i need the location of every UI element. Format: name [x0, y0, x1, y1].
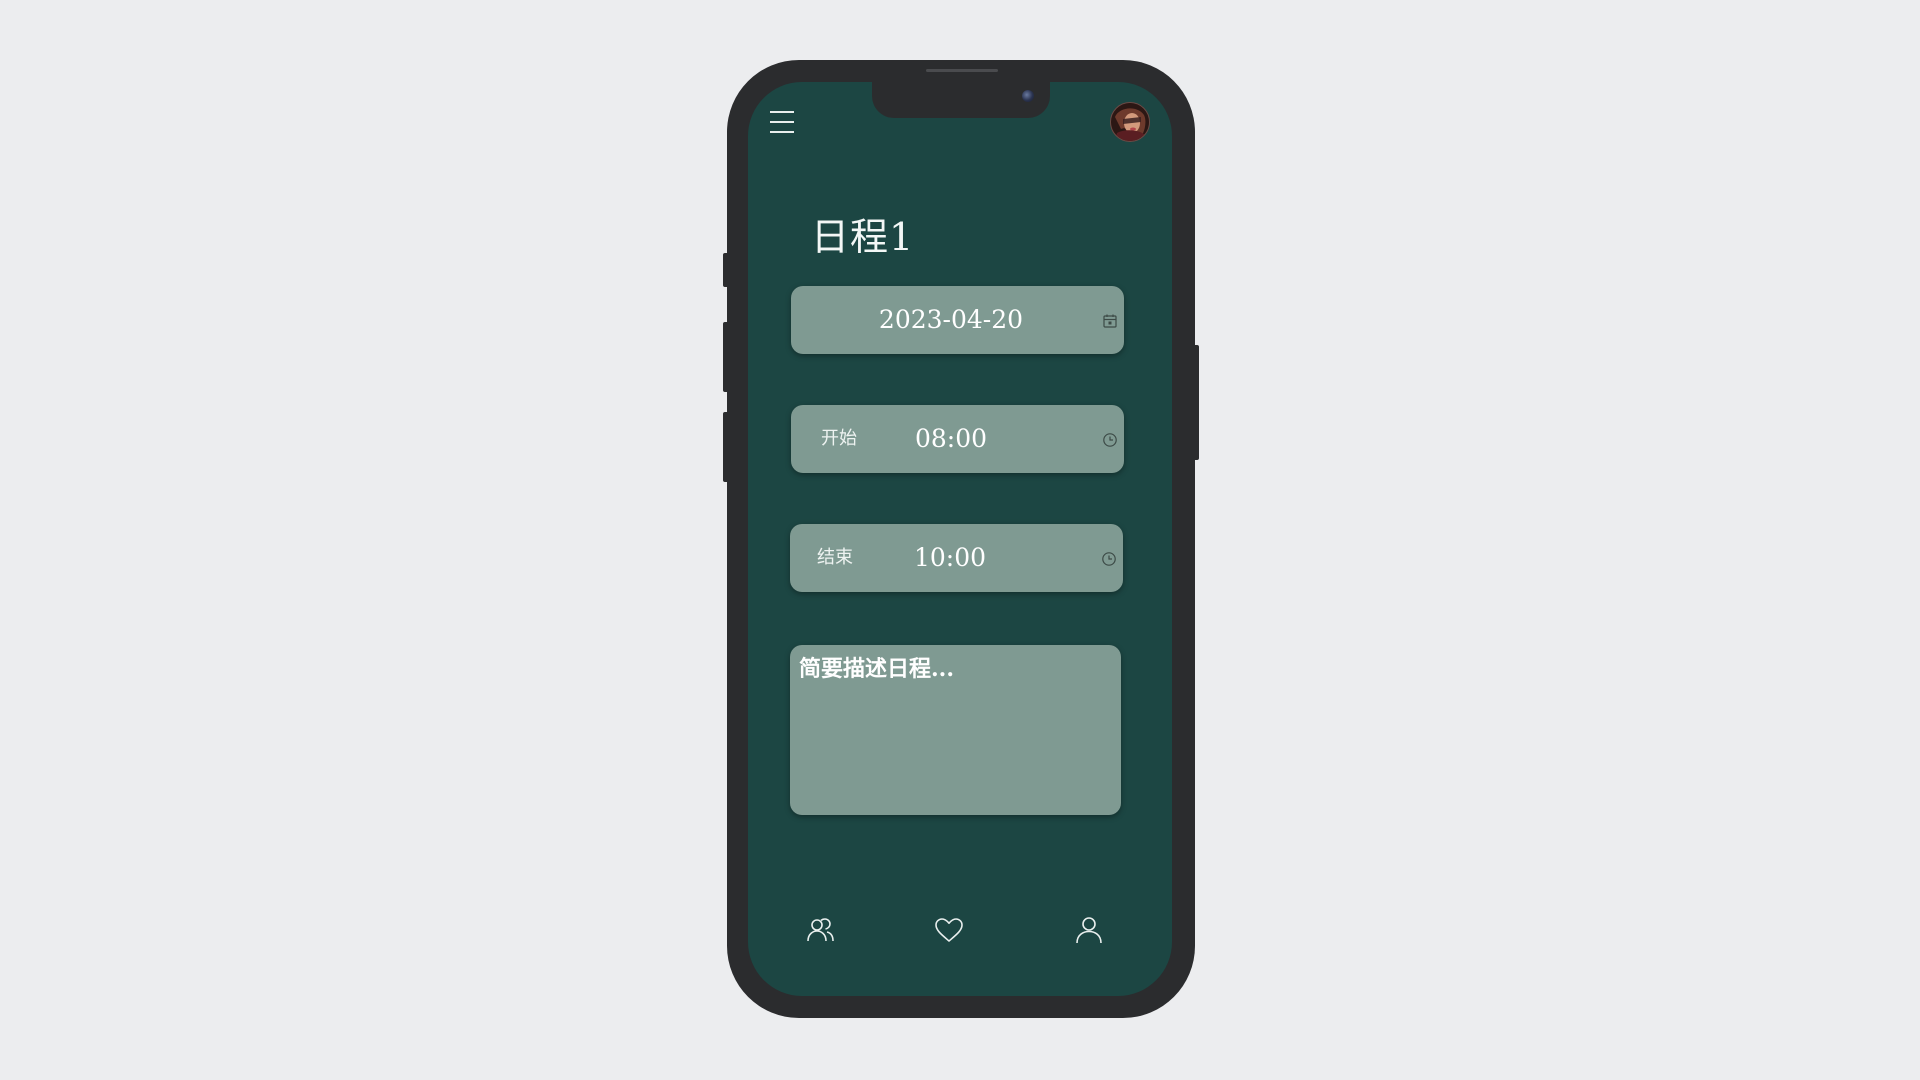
earpiece-speaker — [926, 69, 998, 72]
phone-frame: 日程1 2023-04-20 开始 08:00 结束 10:00 简要描述日程.… — [723, 60, 1199, 1018]
notch — [872, 82, 1050, 118]
end-label: 结束 — [817, 547, 853, 568]
start-time-value: 08:00 — [915, 424, 988, 453]
heart-icon[interactable] — [933, 914, 965, 946]
description-textarea[interactable]: 简要描述日程... — [790, 645, 1121, 815]
date-field[interactable]: 2023-04-20 — [791, 286, 1124, 354]
description-placeholder: 简要描述日程... — [799, 656, 954, 682]
power-button — [1193, 345, 1199, 460]
volume-down-button — [723, 412, 729, 482]
volume-up-button — [723, 322, 729, 392]
calendar-icon[interactable] — [1102, 313, 1118, 329]
clock-icon[interactable] — [1101, 551, 1117, 567]
user-icon[interactable] — [1073, 914, 1105, 946]
end-time-value: 10:00 — [914, 543, 987, 572]
start-label: 开始 — [821, 428, 857, 449]
hamburger-menu-icon[interactable] — [770, 108, 796, 138]
clock-icon[interactable] — [1102, 432, 1118, 448]
avatar-photo — [1111, 103, 1149, 141]
end-time-field[interactable]: 结束 10:00 — [790, 524, 1123, 592]
avatar[interactable] — [1110, 102, 1150, 142]
mute-switch — [723, 253, 729, 287]
start-time-field[interactable]: 开始 08:00 — [791, 405, 1124, 473]
front-camera — [1022, 90, 1034, 102]
app-screen: 日程1 2023-04-20 开始 08:00 结束 10:00 简要描述日程.… — [748, 82, 1172, 996]
date-value: 2023-04-20 — [878, 305, 1024, 334]
friends-icon[interactable] — [805, 914, 837, 946]
page-title: 日程1 — [811, 215, 915, 259]
